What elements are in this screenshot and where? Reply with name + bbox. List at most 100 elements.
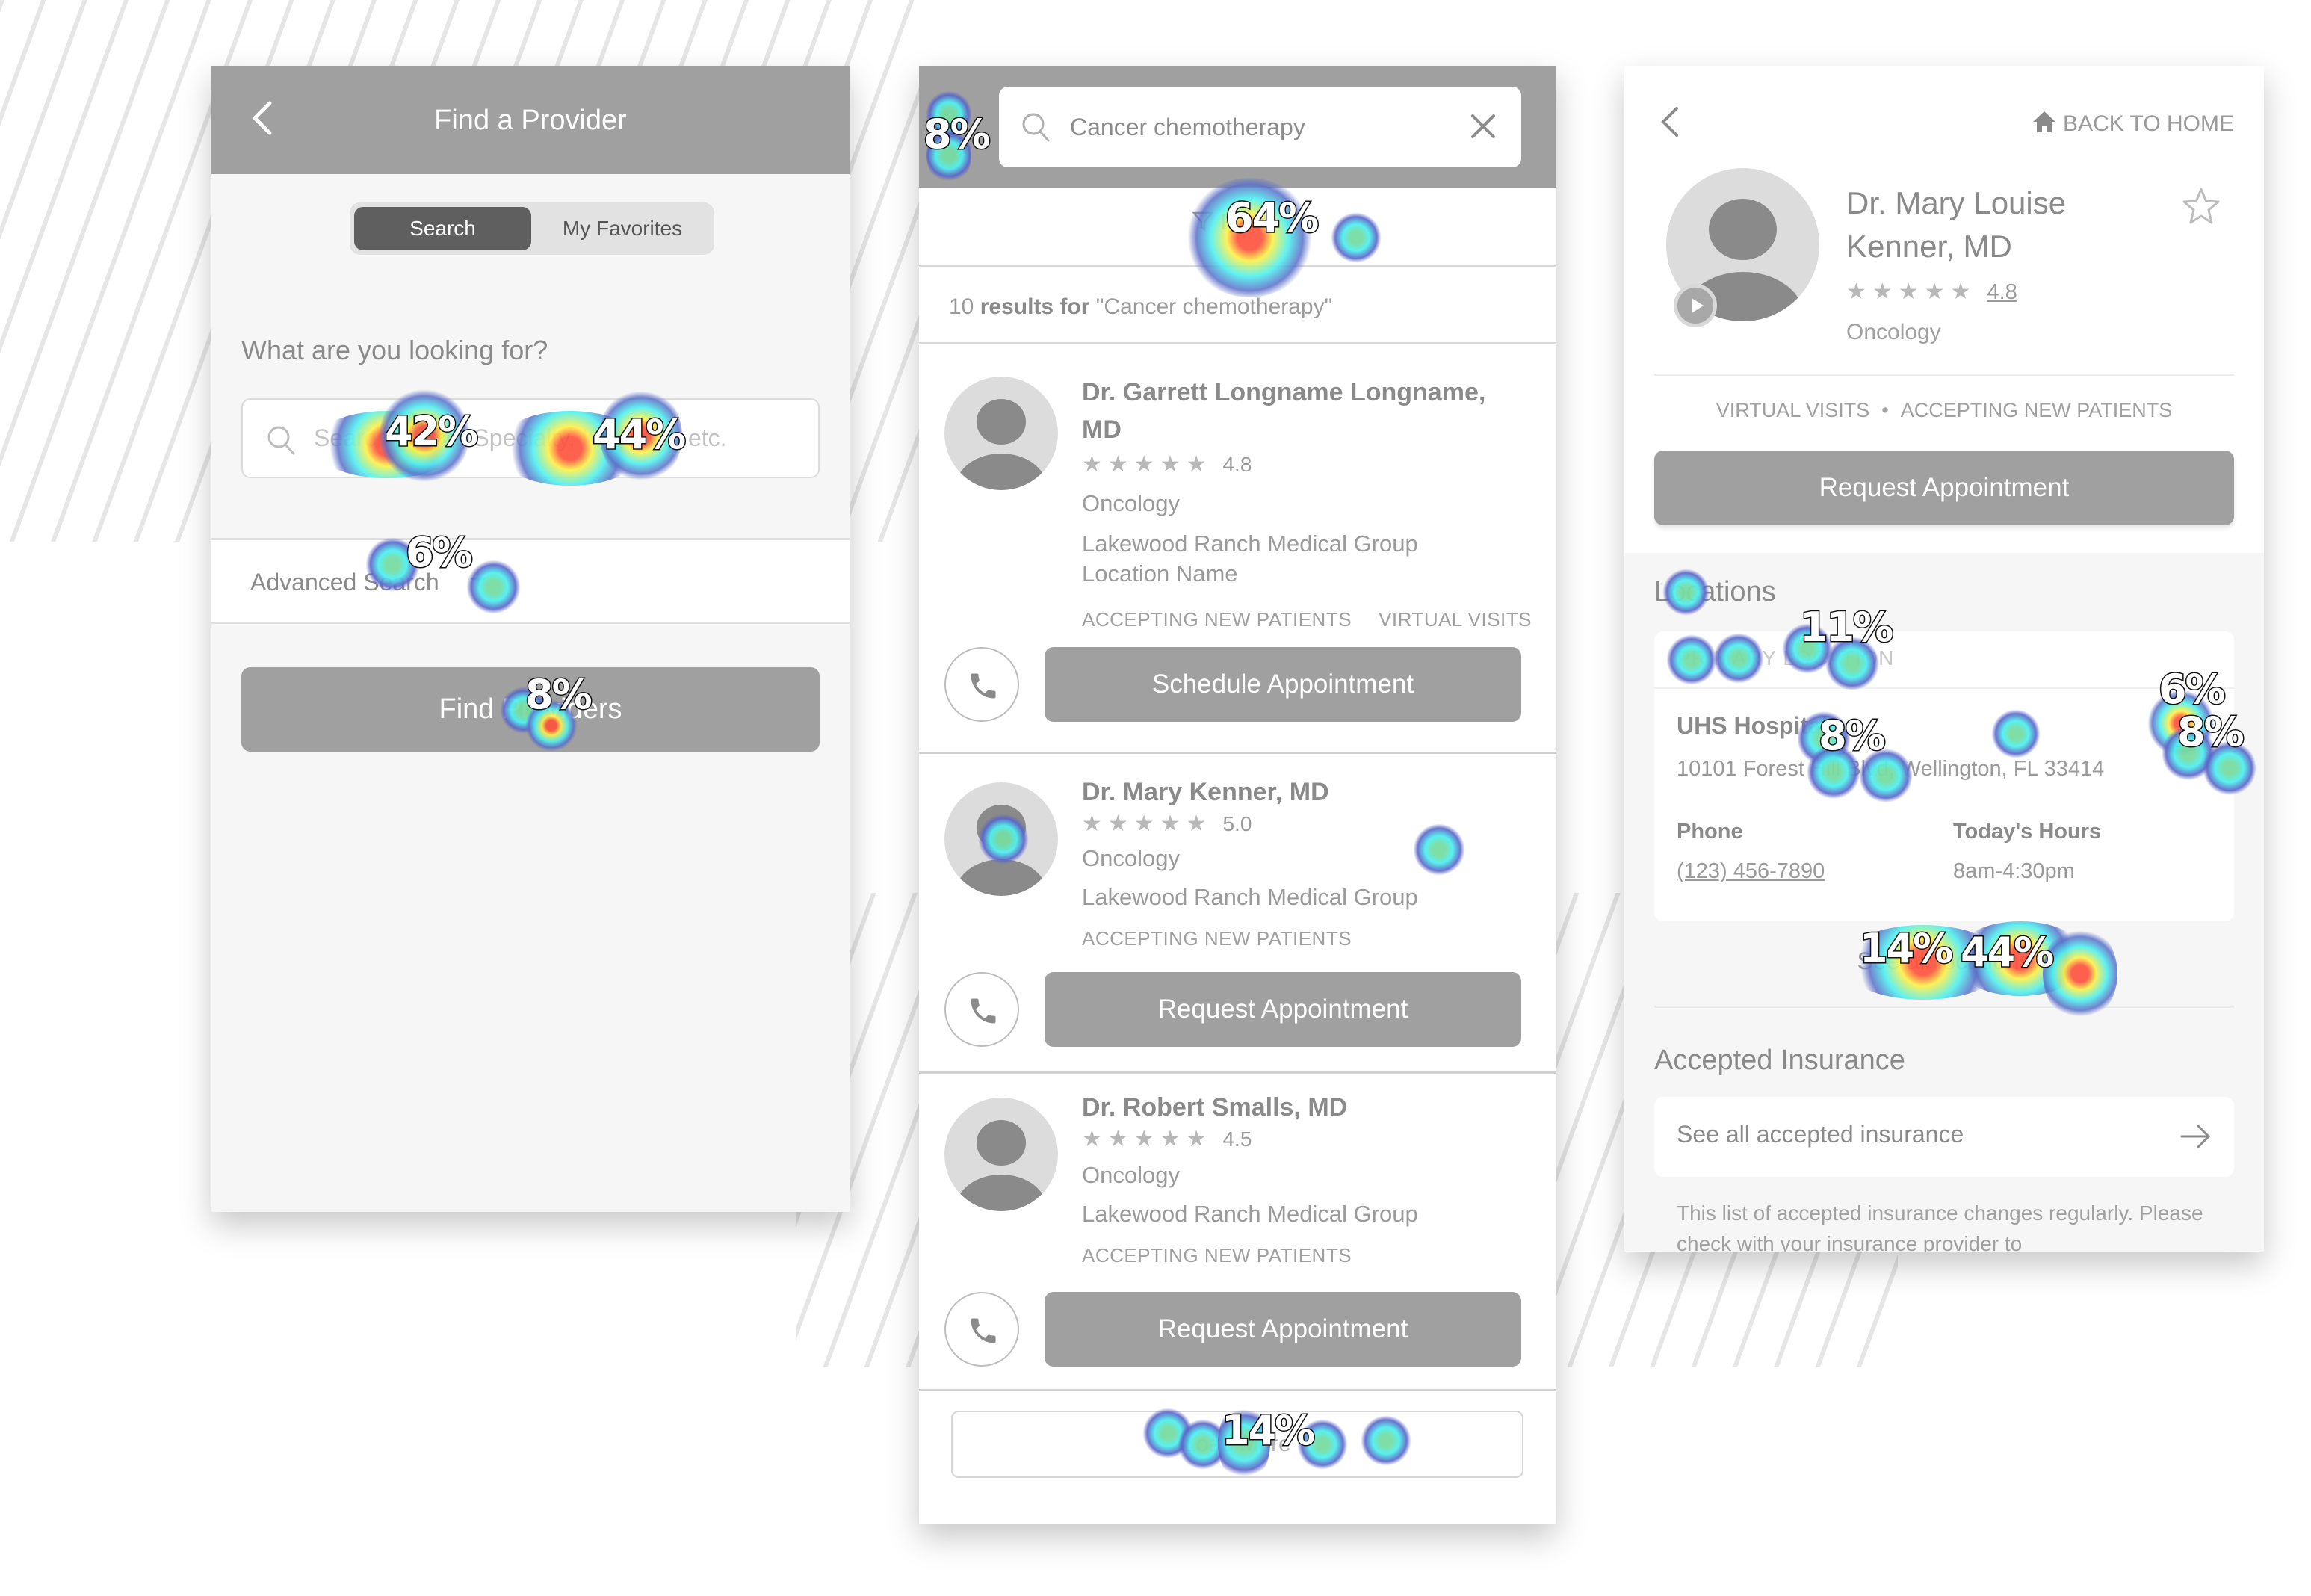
tag: ACCEPTING NEW PATIENTS	[1082, 927, 1352, 950]
see-all-insurance-label: See all accepted insurance	[1677, 1121, 1964, 1148]
provider-name[interactable]: Dr. Garrett Longname Longname, MD	[1082, 374, 1530, 448]
provider-tags: VIRTUAL VISITS • ACCEPTING NEW PATIENTS	[1624, 399, 2264, 422]
find-providers-button[interactable]: Find Providers	[241, 667, 820, 752]
provider-avatar	[944, 782, 1058, 896]
location-address[interactable]: 10101 Forest Hill Blvd, Wellington, FL 3…	[1677, 757, 2104, 782]
hours-value: 8am-4:30pm	[1953, 859, 2075, 883]
results-summary: 10 results for "Cancer chemotherapy"	[919, 270, 1556, 344]
tag-separator: •	[1881, 399, 1889, 421]
insurance-heading: Accepted Insurance	[1654, 1045, 1905, 1076]
results-count: 10	[949, 294, 974, 319]
star-rating: ★★★★★ 4.5	[1082, 1127, 1252, 1151]
clear-search-icon[interactable]	[1466, 109, 1500, 143]
tag: VIRTUAL VISITS	[1379, 608, 1532, 631]
rating-value: 4.5	[1222, 1128, 1252, 1151]
provider-group: Lakewood Ranch Medical Group	[1082, 1201, 1418, 1227]
phone-icon	[971, 1318, 996, 1343]
filter-button[interactable]: Filter	[1192, 210, 1311, 247]
search-icon	[267, 426, 295, 455]
provider-location: Location Name	[1082, 560, 1238, 587]
rating-link[interactable]: 4.8	[1987, 280, 2017, 304]
arrow-right-icon	[2180, 1125, 2211, 1148]
filter-label: Filter	[1220, 210, 1271, 235]
see-all-insurance-row[interactable]: See all accepted insurance	[1654, 1097, 2234, 1177]
schedule-appointment-button[interactable]: Schedule Appointment	[1045, 647, 1521, 722]
provider-card[interactable]: Dr. Robert Smalls, MD ★★★★★ 4.5 Oncology …	[919, 1074, 1556, 1391]
provider-group: Lakewood Ranch Medical Group	[1082, 884, 1418, 910]
provider-profile-header: BACK TO HOME Dr. Mary Louise Kenner, MD …	[1624, 66, 2264, 553]
search-icon	[1022, 113, 1050, 142]
search-results-screen: Filter 10 results for "Cancer chemothera…	[919, 66, 1556, 1524]
star-rating: ★★★★★ 4.8	[1082, 452, 1252, 477]
provider-name: Dr. Mary Louise Kenner, MD	[1846, 185, 2067, 264]
find-provider-screen: Find a Provider Search My Favorites What…	[211, 66, 850, 1212]
provider-specialty: Oncology	[1846, 320, 1941, 344]
phone-number-link[interactable]: (123) 456-7890	[1677, 859, 1825, 884]
tab-search[interactable]: Search	[354, 207, 531, 250]
provider-search-field[interactable]	[241, 398, 820, 478]
tag: VIRTUAL VISITS	[1716, 399, 1870, 421]
locations-heading: Locations	[1654, 576, 1776, 607]
provider-name[interactable]: Dr. Mary Kenner, MD	[1082, 773, 1530, 811]
request-appointment-button[interactable]: Request Appointment	[1654, 451, 2234, 525]
provider-card[interactable]: Dr. Mary Kenner, MD ★★★★★ 5.0 Oncology La…	[919, 754, 1556, 1074]
see-all-locations-link[interactable]: See all locations	[1624, 947, 2264, 975]
provider-avatar	[944, 377, 1058, 490]
results-word: results for	[980, 294, 1090, 319]
play-video-icon[interactable]	[1674, 284, 1717, 327]
results-query: "Cancer chemotherapy"	[1095, 294, 1333, 319]
tag: ACCEPTING NEW PATIENTS	[1082, 608, 1352, 631]
phone-icon	[971, 998, 996, 1024]
call-button[interactable]	[944, 972, 1019, 1047]
advanced-search-label: Advanced Search	[250, 569, 439, 596]
back-chevron-icon[interactable]	[1651, 99, 1689, 144]
page-title: Find a Provider	[434, 105, 627, 136]
home-icon	[2033, 111, 2056, 132]
call-button[interactable]	[944, 647, 1019, 722]
star-rating: ★★★★★ 5.0	[1082, 811, 1252, 836]
provider-detail-screen: BACK TO HOME Dr. Mary Louise Kenner, MD …	[1624, 66, 2264, 1252]
results-search-input[interactable]	[1070, 87, 1458, 167]
filter-funnel-icon	[1192, 211, 1214, 232]
divider	[1654, 1006, 2234, 1008]
provider-specialty: Oncology	[1082, 1162, 1180, 1188]
provider-avatar	[944, 1098, 1058, 1211]
rating-value: 5.0	[1222, 812, 1252, 835]
divider	[1654, 374, 2234, 376]
tag: ACCEPTING NEW PATIENTS	[1082, 1244, 1352, 1266]
back-to-home-link[interactable]: BACK TO HOME	[2032, 109, 2234, 137]
tab-my-favorites[interactable]: My Favorites	[536, 207, 708, 250]
location-name: UHS Hospital	[1677, 712, 1828, 739]
favorite-star-icon[interactable]	[2180, 185, 2222, 227]
phone-icon	[971, 673, 996, 699]
results-search-field[interactable]	[999, 87, 1521, 167]
phone-label: Phone	[1677, 820, 1743, 844]
request-appointment-button[interactable]: Request Appointment	[1045, 1292, 1521, 1367]
provider-name[interactable]: Dr. Robert Smalls, MD	[1082, 1089, 1530, 1126]
filter-row: Filter	[919, 188, 1556, 267]
provider-card[interactable]: Dr. Garrett Longname Longname, MD ★★★★★ 4…	[919, 347, 1556, 754]
search-prompt-label: What are you looking for?	[241, 335, 548, 365]
segmented-control: Search My Favorites	[350, 202, 714, 255]
provider-specialty: Oncology	[1082, 490, 1180, 516]
advanced-search-row[interactable]: Advanced Search +	[211, 538, 850, 624]
plus-icon[interactable]: +	[469, 563, 486, 596]
provider-specialty: Oncology	[1082, 845, 1180, 871]
provider-tags: ACCEPTING NEW PATIENTS VIRTUAL VISITS	[1082, 608, 1532, 631]
rating-value: 4.8	[1222, 453, 1252, 476]
back-to-home-label: BACK TO HOME	[2063, 111, 2234, 136]
load-more-button[interactable]: Load More	[951, 1411, 1523, 1478]
divider	[1654, 687, 2234, 689]
insurance-disclaimer: This list of accepted insurance changes …	[1677, 1201, 2203, 1252]
provider-group: Lakewood Ranch Medical Group	[1082, 531, 1418, 557]
primary-location-label: PRIMARY LOCATION	[1677, 646, 1895, 669]
search-header-bar	[919, 66, 1556, 188]
call-button[interactable]	[944, 1292, 1019, 1367]
provider-tags: ACCEPTING NEW PATIENTS	[1082, 1244, 1352, 1267]
provider-tags: ACCEPTING NEW PATIENTS	[1082, 927, 1352, 950]
location-card[interactable]: PRIMARY LOCATION UHS Hospital 10101 Fore…	[1654, 631, 2234, 921]
provider-search-input[interactable]	[314, 400, 807, 477]
request-appointment-button[interactable]: Request Appointment	[1045, 972, 1521, 1047]
hours-label: Today's Hours	[1953, 820, 2102, 844]
tag: ACCEPTING NEW PATIENTS	[1900, 399, 2173, 421]
